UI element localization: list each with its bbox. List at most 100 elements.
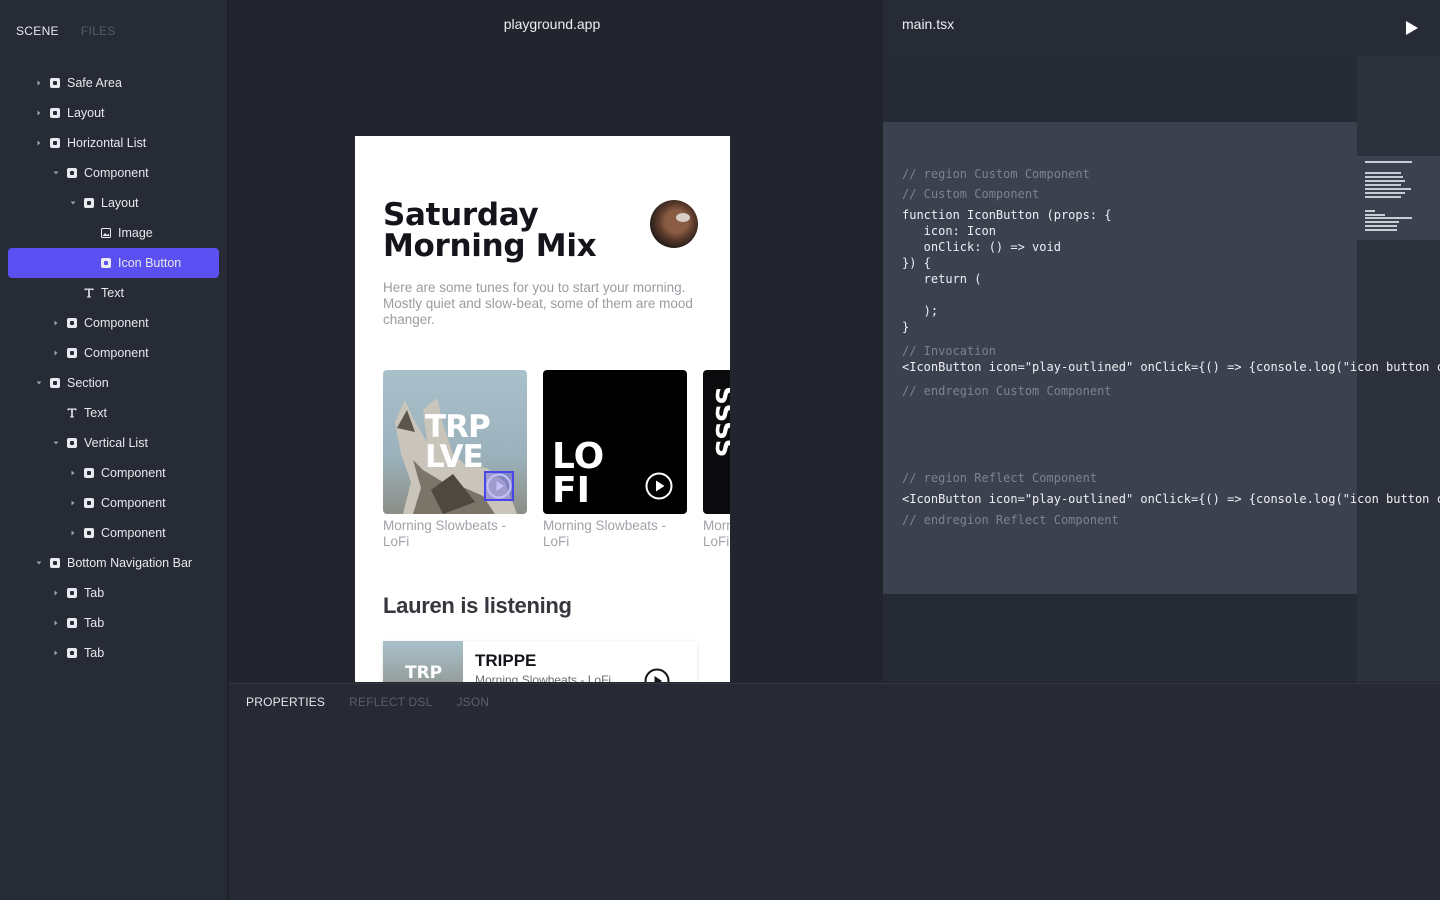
tree-item[interactable]: Layout (8, 188, 219, 218)
tree-item-label: Icon Button (118, 256, 182, 270)
tree-item[interactable]: Horizontal List (8, 128, 219, 158)
code-line: <IconButton icon="play-outlined" onClick… (902, 360, 1440, 374)
chevron-right-icon[interactable] (68, 468, 78, 478)
component-icon (50, 138, 60, 148)
component-icon (84, 498, 94, 508)
tab-files[interactable]: FILES (81, 24, 116, 38)
avatar[interactable] (650, 200, 698, 248)
playlist-title-line-1: Saturday (383, 197, 539, 233)
list-item-subtitle: Morning Slowbeats - LoFi (475, 673, 612, 682)
tree-item-label: Component (101, 496, 166, 510)
album-card[interactable]: TRP LVE Morning Slowbeats - LoFi (383, 370, 527, 550)
preview-canvas: playground.app Saturday Morning Mix Here… (229, 0, 882, 682)
tree-item-label: Bottom Navigation Bar (67, 556, 193, 570)
chevron-down-icon[interactable] (51, 438, 61, 448)
album-card[interactable]: SSSS Morning Slowbeats - LoFi (703, 370, 730, 550)
image-icon (101, 228, 111, 238)
cover-text-line-1: LO (552, 436, 605, 477)
tab-properties[interactable]: PROPERTIES (246, 695, 325, 709)
tree-item[interactable]: Safe Area (8, 68, 219, 98)
tree-item[interactable]: Tab (8, 608, 219, 638)
chevron-down-icon[interactable] (34, 558, 44, 568)
bottom-panel: PROPERTIES REFLECT DSL JSON (229, 683, 1440, 900)
chevron-right-icon[interactable] (51, 348, 61, 358)
tree-item[interactable]: Tab (8, 638, 219, 668)
tree-item-label: Layout (67, 106, 105, 120)
tree-item[interactable]: Section (8, 368, 219, 398)
component-icon (84, 528, 94, 538)
cover-text-line-1: TRP (425, 409, 491, 445)
chevron-right-icon[interactable] (68, 498, 78, 508)
text-icon (84, 288, 94, 298)
tree-item[interactable]: Component (8, 458, 219, 488)
code-content[interactable]: // region Custom Component // Custom Comp… (902, 166, 1440, 528)
album-cover: SSSS (703, 370, 730, 514)
chevron-down-icon[interactable] (51, 168, 61, 178)
playlist-title-line-2: Morning Mix (383, 228, 597, 264)
thumbnail-text: TRP (405, 663, 443, 682)
code-comment-line: // Custom Component (902, 187, 1040, 201)
chevron-down-icon[interactable] (68, 198, 78, 208)
chevron-right-icon[interactable] (51, 618, 61, 628)
icon-button[interactable] (645, 472, 673, 500)
chevron-right-icon[interactable] (34, 78, 44, 88)
list-item[interactable]: TRP TRIPPE Morning Slowbeats - LoFi (383, 641, 697, 682)
chevron-right-icon[interactable] (51, 318, 61, 328)
code-line: onClick: () => void (902, 240, 1061, 254)
section-title: Lauren is listening (383, 593, 572, 618)
chevron-right-icon[interactable] (51, 648, 61, 658)
tree-item-label: Text (84, 406, 107, 420)
tree-item[interactable]: Component (8, 308, 219, 338)
tree-item[interactable]: Vertical List (8, 428, 219, 458)
component-icon (67, 618, 77, 628)
tab-scene[interactable]: SCENE (16, 24, 59, 38)
code-line: }) { (902, 256, 931, 270)
chevron-right-icon[interactable] (34, 108, 44, 118)
album-card[interactable]: LO FI Morning Slowbeats - LoFi (543, 370, 687, 550)
code-editor-panel: main.tsx // region Custom Component // Cu… (883, 0, 1440, 682)
code-comment-line: // endregion Reflect Component (902, 513, 1119, 527)
caret-spacer (51, 408, 61, 418)
code-line: <IconButton icon="play-outlined" onClick… (902, 492, 1440, 506)
tree-item[interactable]: Tab (8, 578, 219, 608)
component-icon (67, 648, 77, 658)
chevron-right-icon[interactable] (34, 138, 44, 148)
tree-item[interactable]: Component (8, 488, 219, 518)
tree-item[interactable]: Layout (8, 98, 219, 128)
tree-item-label: Component (101, 466, 166, 480)
tree-item-label: Horizontal List (67, 136, 147, 150)
tree-item[interactable]: Bottom Navigation Bar (8, 548, 219, 578)
tab-reflect-dsl[interactable]: REFLECT DSL (349, 695, 432, 709)
run-icon[interactable] (1405, 20, 1419, 36)
chevron-right-icon[interactable] (68, 528, 78, 538)
tree-item[interactable]: Text (8, 398, 219, 428)
tree-item[interactable]: Component (8, 338, 219, 368)
tree-item[interactable]: Icon Button (8, 248, 219, 278)
selection-outline (484, 471, 514, 501)
code-line: } (902, 320, 910, 334)
code-line: function IconButton (props: { (902, 208, 1112, 222)
sidebar-tabs: SCENE FILES (16, 24, 116, 38)
playlist-description: Here are some tunes for you to start you… (383, 280, 693, 327)
component-icon (67, 588, 77, 598)
component-icon (67, 438, 77, 448)
tree-item-label: Safe Area (67, 76, 122, 90)
tree-item[interactable]: Component (8, 158, 219, 188)
play-outlined-icon (644, 668, 670, 682)
tree-item[interactable]: Text (8, 278, 219, 308)
component-icon (50, 108, 60, 118)
chevron-right-icon[interactable] (51, 588, 61, 598)
component-icon (50, 78, 60, 88)
cover-text-line-2: LVE (425, 439, 484, 475)
tab-json[interactable]: JSON (456, 695, 489, 709)
cover-title: LO FI (552, 436, 605, 509)
album-card-label: Morning Slowbeats - LoFi (543, 518, 667, 549)
tree-item[interactable]: Image (8, 218, 219, 248)
code-line: ); (902, 304, 939, 318)
tree-item[interactable]: Component (8, 518, 219, 548)
chevron-down-icon[interactable] (34, 378, 44, 388)
list-item-play-button[interactable] (643, 667, 671, 682)
